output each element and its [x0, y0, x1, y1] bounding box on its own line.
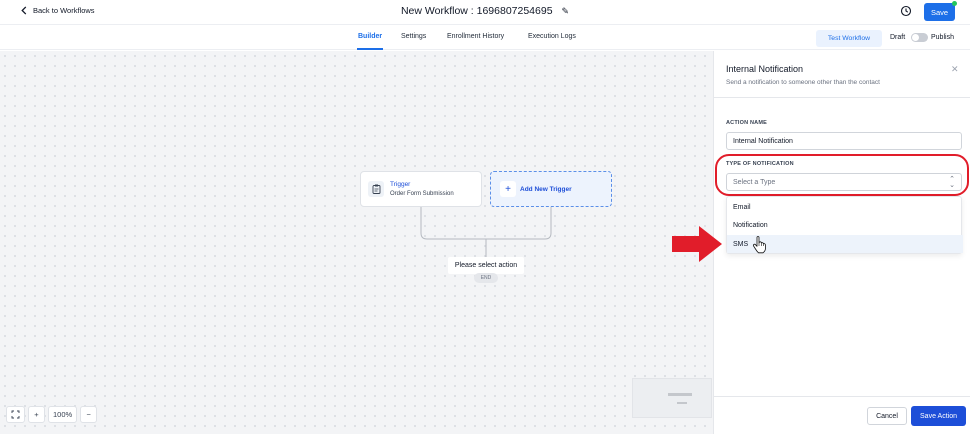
save-button[interactable]: Save [924, 3, 955, 21]
zoom-controls: + 100% − [6, 405, 98, 424]
close-icon[interactable]: ✕ [951, 64, 959, 75]
publish-toggle[interactable] [911, 33, 928, 42]
trigger-node[interactable]: Trigger Order Form Submission [360, 171, 482, 207]
cancel-button[interactable]: Cancel [867, 407, 907, 425]
tab-execution-logs[interactable]: Execution Logs [528, 33, 576, 40]
highlight-annotation [715, 154, 969, 196]
trigger-title: Trigger [390, 181, 411, 188]
draft-label: Draft [890, 34, 906, 41]
top-bar: Back to Workflows New Workflow : 1696807… [0, 0, 970, 25]
option-notification[interactable]: Notification [727, 216, 963, 234]
workflow-canvas[interactable]: Trigger Order Form Submission + Add New … [0, 51, 713, 434]
publish-label: Publish [931, 34, 954, 41]
panel-footer: Cancel Save Action [714, 396, 970, 434]
select-action-placeholder[interactable]: Please select action [448, 257, 524, 274]
fit-screen-icon[interactable] [6, 406, 25, 423]
add-new-trigger-label: Add New Trigger [520, 186, 572, 193]
minimap-node [677, 402, 687, 404]
minimap-node [668, 393, 692, 396]
panel-title: Internal Notification [726, 64, 804, 74]
add-new-trigger-node[interactable]: + Add New Trigger [490, 171, 612, 207]
active-tab-underline [357, 48, 383, 50]
plus-icon: + [500, 181, 516, 197]
test-workflow-button[interactable]: Test Workflow [816, 30, 882, 47]
connector-lines [420, 207, 552, 257]
tab-enrollment-history[interactable]: Enrollment History [447, 33, 504, 40]
option-email[interactable]: Email [727, 198, 963, 216]
red-arrow-icon [672, 226, 722, 262]
zoom-out-button[interactable]: − [80, 406, 98, 423]
action-name-label: ACTION NAME [726, 120, 768, 126]
tab-settings[interactable]: Settings [401, 33, 426, 40]
action-name-input[interactable]: Internal Notification [726, 132, 962, 150]
trigger-subtitle: Order Form Submission [390, 191, 454, 197]
end-badge: END [474, 273, 498, 283]
zoom-level: 100% [48, 406, 78, 423]
tabs-bar: Builder Settings Enrollment History Exec… [0, 26, 970, 50]
zoom-in-button[interactable]: + [28, 406, 45, 423]
clipboard-icon [368, 181, 384, 197]
toggle-knob [912, 34, 919, 41]
pencil-icon[interactable]: ✎ [561, 6, 569, 17]
panel-subtitle: Send a notification to someone other tha… [726, 79, 880, 86]
save-action-button[interactable]: Save Action [911, 406, 966, 426]
history-icon[interactable] [900, 5, 912, 17]
panel-divider [714, 97, 970, 98]
hand-cursor-icon [752, 236, 766, 254]
status-dot [952, 1, 957, 6]
minimap[interactable] [632, 378, 712, 418]
tab-builder[interactable]: Builder [358, 33, 382, 40]
workflow-title-text: New Workflow : 1696807254695 [400, 5, 553, 17]
workflow-title[interactable]: New Workflow : 1696807254695 ✎ [0, 5, 970, 17]
